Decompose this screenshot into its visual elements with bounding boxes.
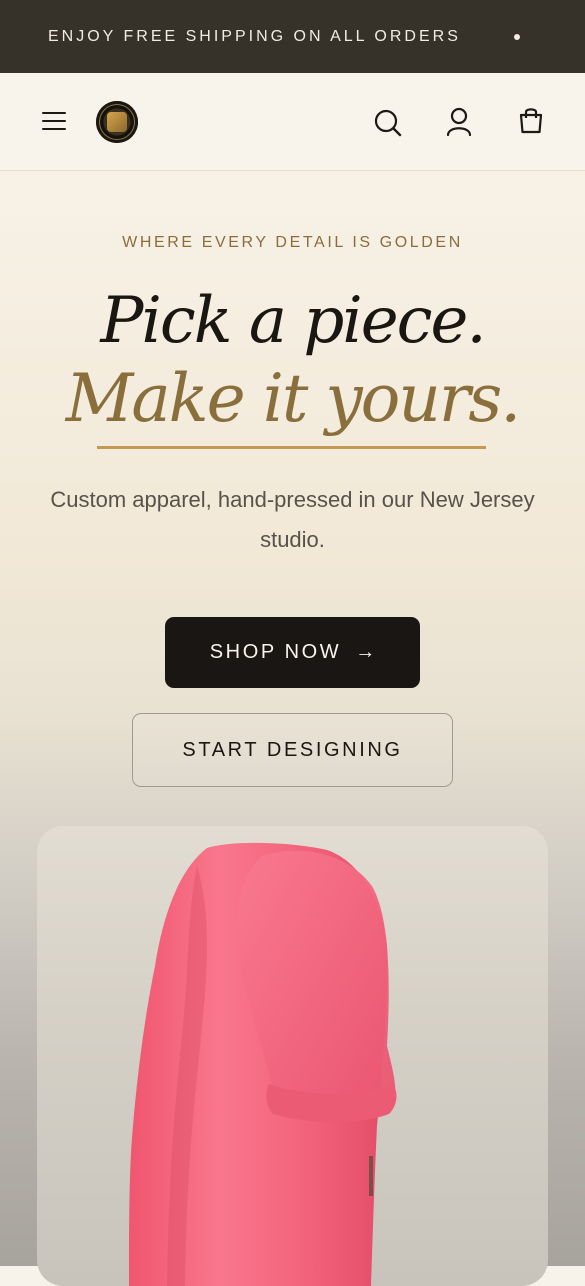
- brand-logo[interactable]: [96, 101, 138, 143]
- hero-subtitle: Custom apparel, hand-pressed in our New …: [50, 487, 535, 552]
- pink-tshirt-image: [129, 842, 397, 1286]
- site-header: [0, 73, 585, 171]
- carousel-dot-indicator[interactable]: [514, 34, 520, 40]
- shop-now-button[interactable]: SHOP NOW →: [165, 617, 420, 688]
- account-icon[interactable]: [445, 107, 473, 137]
- hero-title-line-2: Make it yours.: [65, 360, 522, 437]
- announcement-bar: ENJOY FREE SHIPPING ON ALL ORDERS: [0, 0, 585, 73]
- cart-bag-icon[interactable]: [518, 106, 544, 134]
- logo-emblem-icon: [107, 112, 127, 132]
- hero-eyebrow: WHERE EVERY DETAIL IS GOLDEN: [122, 234, 463, 251]
- start-designing-button[interactable]: START DESIGNING: [132, 713, 453, 787]
- arrow-right-icon: →: [355, 641, 376, 663]
- search-icon[interactable]: [373, 108, 403, 138]
- hamburger-menu-icon[interactable]: [42, 112, 66, 130]
- hero-title-line-1: Pick a piece.: [100, 284, 486, 358]
- announcement-text: ENJOY FREE SHIPPING ON ALL ORDERS: [48, 28, 461, 45]
- product-preview-card[interactable]: [37, 826, 548, 1286]
- shop-now-label: SHOP NOW: [209, 641, 342, 663]
- title-underline: [97, 446, 486, 449]
- start-designing-label: START DESIGNING: [182, 738, 403, 761]
